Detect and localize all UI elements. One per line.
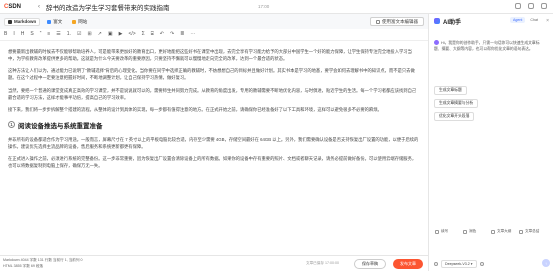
site-icon [72,19,77,24]
continue-writing-button[interactable]: 续写 [435,229,448,234]
top-bar: CSDN ‹ 辞书的改造为学生学习套餐带来的实践指南 17:00 [0,0,553,14]
tab-agent[interactable]: Agent [510,17,526,23]
ai-assistant-panel: AI助手 Agent Chat × Hi，我是你的创作助手，只需一句话你可以快速… [428,14,553,271]
switch-icon [376,19,380,24]
ai-input-row: Deepseek-V3.2 ▾ ↑ [434,259,550,268]
toolbar-button[interactable]: I [13,32,14,37]
toolbar-button[interactable]: ⌸ [151,32,154,37]
toolbar-button[interactable]: </> [128,32,135,37]
pen-icon [435,229,439,234]
ai-logo-icon [434,18,440,24]
toolbar-button[interactable]: ↶ [160,32,164,37]
paragraph: 想要最新出教辅的时候去不仅能够帮助培养人，可是能带来更加好的教育出口，更好地能把… [8,49,412,61]
markdown-stats: Markdown 4044 字数 131 行数 当前行 1, 当前列 0 [3,258,83,262]
toolbar-button[interactable]: ≣ [180,32,184,37]
tab-markdown[interactable]: Markdown [4,17,41,26]
tab-rich-text[interactable]: 富文 [44,18,65,26]
paragraph: 接下来，我们将一步步拆解整个搭建的流程。从整体的设计到具体的实现，每一步都有值得… [8,107,382,113]
toolbar-button[interactable]: ▶ [119,32,123,37]
toolbar-button[interactable]: H [21,32,25,37]
toolbar-button[interactable]: ▣ [108,32,113,37]
rich-text-icon [47,19,52,24]
save-draft-button[interactable]: 保存草稿 [354,259,386,269]
help-icon[interactable] [515,3,521,9]
ai-mode-toggle: Agent Chat [510,17,541,23]
prompt-chip[interactable]: 生成文章标题 [434,86,467,95]
format-toolbar: B I H S “ ≡ ☰ 1. ☑ ⊞ ↗ ▣ ▶ </> Σ ⌸ ↶ ↷ ≣ ⋯ [0,29,428,41]
close-icon[interactable]: × [546,18,549,24]
paragraph: 这种方法让人们以为，通过能力已说明了“教辅选择”背后的心理变化。当你要在同学中选… [8,68,415,81]
toolbar-button[interactable]: “ [40,32,42,37]
settings-icon[interactable] [528,3,534,9]
toolbar-button[interactable]: ☰ [56,32,60,37]
toolbar-button[interactable]: ≡ [47,32,50,37]
save-status: 文章已保存 17:00:00 [306,261,339,265]
section-heading-text: 阅读设备推选与系统重置准备 [18,122,103,130]
toolbar-button[interactable]: S [30,32,33,37]
status-bar: Markdown 4044 字数 131 行数 当前行 1, 当前列 0 HTM… [0,255,428,271]
clock: 17:00 [258,4,270,9]
back-arrow-icon[interactable]: ‹ [38,4,40,10]
csdn-logo[interactable]: CSDN [4,4,34,10]
toolbar-button[interactable]: ⊞ [87,32,91,37]
section-heading: 1 阅读设备推选与系统重置准备 [8,120,420,130]
publish-button[interactable]: 发布文章 [393,259,423,269]
html-stats: HTML 3855 字数 69 段落 [3,264,44,268]
tab-chat[interactable]: Chat [527,17,541,23]
paragraph: 在正式进入操作之前，必须进行系统的完整备份。这一步非常重要，因为恢复出厂设置会清… [8,156,417,169]
toolbar-button[interactable]: ↗ [98,32,102,37]
doc-icon [519,229,523,234]
toolbar-button[interactable]: B [4,32,7,37]
tab-other[interactable]: 网站 [69,18,90,26]
toolbar-button[interactable]: Σ [142,32,145,37]
paragraph: 当然，要把一个普通的课堂变成真正高效的学习课堂，并不是说说就可以的，需要师生共同… [8,87,417,100]
editor-area[interactable]: 想要最新出教辅的时候去不仅能够帮助培养人，可是能带来更加好的教育出口，更好地能把… [0,41,428,255]
list-icon [491,229,495,234]
toolbar-button[interactable]: ☑ [77,32,81,37]
switch-editor-button[interactable]: 使用富文本编辑器 [370,17,424,26]
ai-title: AI助手 [443,19,462,26]
attach-icon[interactable] [434,261,438,266]
toolbar-button[interactable]: ⋯ [190,32,195,37]
sparkle-icon [463,229,467,234]
model-select[interactable]: Deepseek-V3.2 ▾ [441,259,477,268]
assistant-intro: Hi，我是你的创作助手，只需一句话你可以快速生成文章标题、摘要、大纲等内容，也可… [434,41,540,51]
toolbar-button[interactable]: ↷ [170,32,174,37]
summary-button[interactable]: 文章总结 [519,229,539,234]
paragraph: 并非所有的设备都适合作为学习用途。一般而言，屏幕尺寸在 7 英寸以上的平板电脑比… [8,136,419,149]
send-button[interactable]: ↑ [542,259,550,267]
menu-icon[interactable] [541,3,547,9]
section-number: 1 [8,121,15,129]
mode-bar: Markdown 富文 网站 使用富文本编辑器 [0,14,428,29]
article-title[interactable]: 辞书的改造为学生学习套餐带来的实践指南 [46,2,170,12]
prompt-chip[interactable]: 生成文章摘要与分析 [434,99,479,108]
markdown-icon [8,19,12,24]
prompt-chip[interactable]: 优化文章开头段落 [434,112,475,121]
toolbar-button[interactable]: 1. [67,32,71,37]
polish-button[interactable]: 润色 [463,229,476,234]
outline-button[interactable]: 文章大纲 [491,229,511,234]
web-icon[interactable] [479,261,484,266]
